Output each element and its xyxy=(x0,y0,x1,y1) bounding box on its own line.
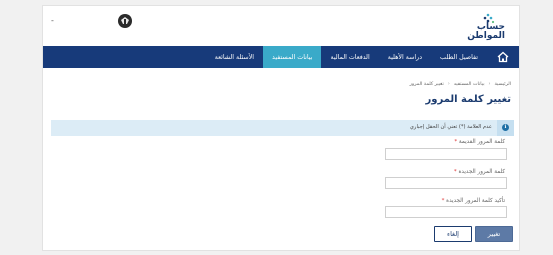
nav-item-faq[interactable]: الأسئلة الشائعة xyxy=(206,46,263,68)
breadcrumb-current: تغيير كلمة المرور xyxy=(409,82,444,87)
breadcrumb-parent[interactable]: بيانات المستفيد xyxy=(454,82,485,87)
logo-line-2: المواطن xyxy=(467,31,505,41)
nav-items: تفاصيل الطلب دراسة الأهلية الدفعات المال… xyxy=(206,46,487,68)
home-icon[interactable] xyxy=(497,51,509,63)
confirm-password-input[interactable] xyxy=(385,206,507,218)
breadcrumb: الرئيسية ‹ بيانات المستفيد ‹ تغيير كلمة … xyxy=(410,82,511,87)
nav-item-payments[interactable]: الدفعات المالية xyxy=(321,46,378,68)
required-fields-alert: i عدم العلامة (*) تعني أن الحقل إجباري xyxy=(51,120,514,136)
cancel-button[interactable]: إلغاء xyxy=(434,226,472,242)
government-emblem-icon xyxy=(118,14,132,28)
nav-item-eligibility[interactable]: دراسة الأهلية xyxy=(379,46,431,68)
breadcrumb-separator: ‹ xyxy=(488,82,491,87)
main-navbar: تفاصيل الطلب دراسة الأهلية الدفعات المال… xyxy=(43,46,519,68)
old-password-input[interactable] xyxy=(385,148,507,160)
nav-item-request-details[interactable]: تفاصيل الطلب xyxy=(431,46,487,68)
old-password-label: كلمة المرور القديمة * xyxy=(454,139,505,145)
new-password-label: كلمة المرور الجديدة * xyxy=(453,169,505,175)
breadcrumb-home[interactable]: الرئيسية xyxy=(494,82,511,87)
info-icon: i xyxy=(502,124,509,131)
page-title: تغيير كلمة المرور xyxy=(425,94,512,105)
user-menu[interactable]: - xyxy=(51,16,54,25)
citizen-account-logo[interactable]: حساب المواطن xyxy=(443,13,505,41)
breadcrumb-separator: ‹ xyxy=(447,82,450,87)
top-header: حساب المواطن - xyxy=(43,6,519,46)
change-button[interactable]: تغيير xyxy=(475,226,513,242)
new-password-input[interactable] xyxy=(385,177,507,189)
page-container: حساب المواطن - تفاصيل الطلب دراسة الأهلي… xyxy=(42,5,520,251)
alert-text: عدم العلامة (*) تعني أن الحقل إجباري xyxy=(409,124,492,130)
nav-item-beneficiary-data[interactable]: بيانات المستفيد xyxy=(263,46,322,68)
confirm-password-label: تأكيد كلمة المرور الجديدة * xyxy=(441,198,505,204)
